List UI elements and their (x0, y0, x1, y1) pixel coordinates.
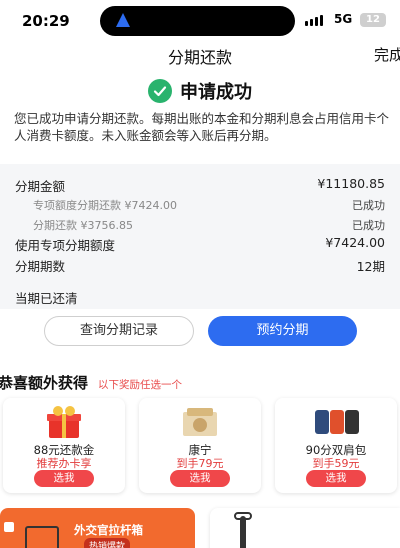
bonus-subtitle: 以下奖励任选一个 (98, 379, 183, 391)
reward-price: 推荐办卡享 (36, 457, 92, 470)
success-banner: 申请成功 (0, 78, 400, 104)
detail-label: 分期金额 (15, 179, 66, 194)
nav-header: 分期还款 完成 (0, 40, 400, 68)
detail-row-periods: 分期期数 12期 (15, 256, 385, 275)
detail-value: ¥11180.85 (317, 176, 385, 191)
detail-row-special-used: 使用专项分期额度 ¥7424.00 (15, 235, 385, 254)
bonus-title: 恭喜额外获得 (0, 374, 89, 392)
query-records-button[interactable]: 查询分期记录 (44, 316, 194, 346)
bonus-header: 恭喜额外获得 以下奖励任选一个 (0, 372, 400, 393)
detail-value: ¥7424.00 (325, 235, 385, 250)
success-title: 申请成功 (180, 82, 252, 103)
cleared-status: 当期已还清 (15, 291, 78, 306)
detail-value: 已成功 (352, 199, 385, 212)
promo-card-luggage[interactable]: 外交官拉杆箱 热销爆款 (0, 508, 195, 548)
detail-label: 使用专项分期额度 (15, 238, 116, 253)
gift-box-icon (47, 406, 81, 438)
reward-card-repay[interactable]: 88元还款金 推荐办卡享 选我 (3, 398, 125, 493)
cookware-set-icon (183, 408, 217, 436)
status-time: 20:29 (22, 12, 70, 30)
battery-icon: 12 (360, 13, 386, 27)
promo-card-product[interactable] (210, 508, 400, 548)
success-description: 您已成功申请分期还款。每期出账的本金和分期利息会占用信用卡个人消费卡额度。未入账… (14, 111, 390, 143)
reward-card-corning[interactable]: 康宁 到手79元 选我 (139, 398, 261, 493)
select-button[interactable]: 选我 (170, 470, 230, 487)
dynamic-island (100, 6, 295, 36)
signal-icon (305, 15, 323, 26)
detail-row-special-quota: 专项额度分期还款 ¥7424.00 已成功 (15, 197, 385, 213)
detail-value: 已成功 (352, 219, 385, 232)
select-button[interactable]: 选我 (306, 470, 366, 487)
reward-price: 到手59元 (312, 457, 360, 470)
check-circle-icon (148, 79, 172, 103)
reward-price: 到手79元 (176, 457, 224, 470)
page-title: 分期还款 (167, 48, 232, 67)
navigation-arrow-icon (116, 13, 130, 27)
detail-label: 专项额度分期还款 ¥7424.00 (33, 199, 177, 212)
luggage-icon (25, 526, 59, 548)
status-bar: 20:29 5G 12 (0, 0, 400, 40)
promo-title: 外交官拉杆箱 (74, 523, 143, 537)
detail-label: 分期还款 ¥3756.85 (33, 219, 133, 232)
backpack-icon (315, 410, 359, 434)
gift-icon (4, 522, 14, 532)
detail-value: 12期 (356, 259, 385, 274)
reward-card-backpack[interactable]: 90分双肩包 到手59元 选我 (275, 398, 397, 493)
promo-badge: 热销爆款 (84, 538, 131, 548)
select-button[interactable]: 选我 (34, 470, 94, 487)
network-type: 5G (334, 12, 353, 26)
trolley-handle-icon (240, 516, 246, 548)
detail-row-installment: 分期还款 ¥3756.85 已成功 (15, 217, 385, 233)
book-installment-button[interactable]: 预约分期 (208, 316, 357, 346)
installment-details: 分期金额 ¥11180.85 专项额度分期还款 ¥7424.00 已成功 分期还… (0, 164, 400, 309)
detail-label: 分期期数 (15, 259, 66, 274)
detail-row-amount: 分期金额 ¥11180.85 (15, 176, 385, 195)
done-button[interactable]: 完成 (374, 44, 400, 65)
